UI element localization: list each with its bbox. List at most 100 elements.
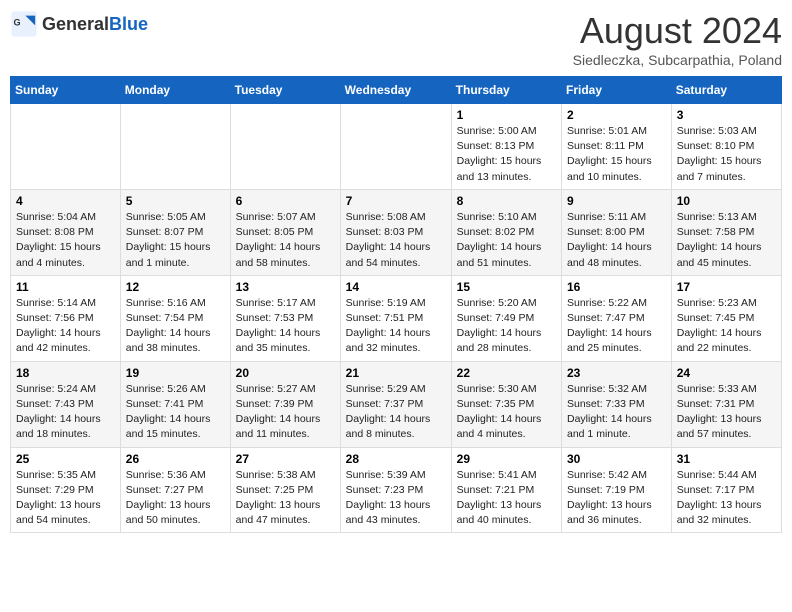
day-number: 16 xyxy=(567,280,666,294)
calendar-cell: 19 Sunrise: 5:26 AM Sunset: 7:41 PM Dayli… xyxy=(120,361,230,447)
week-row-5: 25 Sunrise: 5:35 AM Sunset: 7:29 PM Dayli… xyxy=(11,447,782,533)
calendar-table: SundayMondayTuesdayWednesdayThursdayFrid… xyxy=(10,76,782,533)
day-number: 8 xyxy=(457,194,556,208)
logo-general: General xyxy=(42,14,109,34)
week-row-3: 11 Sunrise: 5:14 AM Sunset: 7:56 PM Dayli… xyxy=(11,275,782,361)
day-header-tuesday: Tuesday xyxy=(230,77,340,104)
calendar-cell: 29 Sunrise: 5:41 AM Sunset: 7:21 PM Dayli… xyxy=(451,447,561,533)
day-header-saturday: Saturday xyxy=(671,77,781,104)
day-number: 10 xyxy=(677,194,776,208)
calendar-cell xyxy=(230,104,340,190)
calendar-cell: 23 Sunrise: 5:32 AM Sunset: 7:33 PM Dayli… xyxy=(562,361,672,447)
day-info: Sunrise: 5:42 AM Sunset: 7:19 PM Dayligh… xyxy=(567,468,666,529)
calendar-cell: 17 Sunrise: 5:23 AM Sunset: 7:45 PM Dayli… xyxy=(671,275,781,361)
day-info: Sunrise: 5:13 AM Sunset: 7:58 PM Dayligh… xyxy=(677,210,776,271)
calendar-cell: 1 Sunrise: 5:00 AM Sunset: 8:13 PM Daylig… xyxy=(451,104,561,190)
day-info: Sunrise: 5:36 AM Sunset: 7:27 PM Dayligh… xyxy=(126,468,225,529)
day-info: Sunrise: 5:10 AM Sunset: 8:02 PM Dayligh… xyxy=(457,210,556,271)
calendar-cell: 24Sunrise: 5:33 AM Sunset: 7:31 PM Dayli… xyxy=(671,361,781,447)
logo-blue: Blue xyxy=(109,14,148,34)
calendar-cell: 21 Sunrise: 5:29 AM Sunset: 7:37 PM Dayli… xyxy=(340,361,451,447)
page-header: G GeneralBlue August 2024 Siedleczka, Su… xyxy=(10,10,782,68)
calendar-cell: 25 Sunrise: 5:35 AM Sunset: 7:29 PM Dayli… xyxy=(11,447,121,533)
day-number: 31 xyxy=(677,452,776,466)
day-info: Sunrise: 5:00 AM Sunset: 8:13 PM Dayligh… xyxy=(457,124,556,185)
day-number: 21 xyxy=(346,366,446,380)
day-number: 30 xyxy=(567,452,666,466)
day-header-sunday: Sunday xyxy=(11,77,121,104)
day-info: Sunrise: 5:03 AM Sunset: 8:10 PM Dayligh… xyxy=(677,124,776,185)
week-row-4: 18 Sunrise: 5:24 AM Sunset: 7:43 PM Dayli… xyxy=(11,361,782,447)
day-info: Sunrise: 5:17 AM Sunset: 7:53 PM Dayligh… xyxy=(236,296,335,357)
calendar-cell: 27Sunrise: 5:38 AM Sunset: 7:25 PM Dayli… xyxy=(230,447,340,533)
calendar-cell: 30 Sunrise: 5:42 AM Sunset: 7:19 PM Dayli… xyxy=(562,447,672,533)
calendar-cell: 7 Sunrise: 5:08 AM Sunset: 8:03 PM Daylig… xyxy=(340,189,451,275)
day-info: Sunrise: 5:41 AM Sunset: 7:21 PM Dayligh… xyxy=(457,468,556,529)
calendar-cell: 28 Sunrise: 5:39 AM Sunset: 7:23 PM Dayli… xyxy=(340,447,451,533)
week-row-2: 4 Sunrise: 5:04 AM Sunset: 8:08 PM Daylig… xyxy=(11,189,782,275)
calendar-cell: 18 Sunrise: 5:24 AM Sunset: 7:43 PM Dayli… xyxy=(11,361,121,447)
day-number: 19 xyxy=(126,366,225,380)
calendar-cell: 26 Sunrise: 5:36 AM Sunset: 7:27 PM Dayli… xyxy=(120,447,230,533)
day-info: Sunrise: 5:39 AM Sunset: 7:23 PM Dayligh… xyxy=(346,468,446,529)
day-info: Sunrise: 5:26 AM Sunset: 7:41 PM Dayligh… xyxy=(126,382,225,443)
day-info: Sunrise: 5:16 AM Sunset: 7:54 PM Dayligh… xyxy=(126,296,225,357)
calendar-cell: 5Sunrise: 5:05 AM Sunset: 8:07 PM Daylig… xyxy=(120,189,230,275)
calendar-cell: 15Sunrise: 5:20 AM Sunset: 7:49 PM Dayli… xyxy=(451,275,561,361)
day-number: 17 xyxy=(677,280,776,294)
calendar-cell: 4 Sunrise: 5:04 AM Sunset: 8:08 PM Daylig… xyxy=(11,189,121,275)
calendar-cell: 8 Sunrise: 5:10 AM Sunset: 8:02 PM Daylig… xyxy=(451,189,561,275)
day-info: Sunrise: 5:08 AM Sunset: 8:03 PM Dayligh… xyxy=(346,210,446,271)
day-header-friday: Friday xyxy=(562,77,672,104)
day-number: 23 xyxy=(567,366,666,380)
day-number: 4 xyxy=(16,194,115,208)
day-info: Sunrise: 5:23 AM Sunset: 7:45 PM Dayligh… xyxy=(677,296,776,357)
week-row-1: 1 Sunrise: 5:00 AM Sunset: 8:13 PM Daylig… xyxy=(11,104,782,190)
calendar-cell: 2 Sunrise: 5:01 AM Sunset: 8:11 PM Daylig… xyxy=(562,104,672,190)
day-number: 27 xyxy=(236,452,335,466)
calendar-cell: 10 Sunrise: 5:13 AM Sunset: 7:58 PM Dayli… xyxy=(671,189,781,275)
calendar-cell: 20Sunrise: 5:27 AM Sunset: 7:39 PM Dayli… xyxy=(230,361,340,447)
logo: G GeneralBlue xyxy=(10,10,148,38)
calendar-cell: 13Sunrise: 5:17 AM Sunset: 7:53 PM Dayli… xyxy=(230,275,340,361)
day-number: 11 xyxy=(16,280,115,294)
calendar-cell: 12Sunrise: 5:16 AM Sunset: 7:54 PM Dayli… xyxy=(120,275,230,361)
day-number: 6 xyxy=(236,194,335,208)
day-info: Sunrise: 5:35 AM Sunset: 7:29 PM Dayligh… xyxy=(16,468,115,529)
day-number: 15 xyxy=(457,280,556,294)
day-number: 29 xyxy=(457,452,556,466)
day-number: 1 xyxy=(457,108,556,122)
day-header-monday: Monday xyxy=(120,77,230,104)
day-info: Sunrise: 5:27 AM Sunset: 7:39 PM Dayligh… xyxy=(236,382,335,443)
calendar-cell xyxy=(340,104,451,190)
day-info: Sunrise: 5:14 AM Sunset: 7:56 PM Dayligh… xyxy=(16,296,115,357)
day-number: 3 xyxy=(677,108,776,122)
calendar-cell xyxy=(11,104,121,190)
day-info: Sunrise: 5:33 AM Sunset: 7:31 PM Dayligh… xyxy=(677,382,776,443)
day-info: Sunrise: 5:22 AM Sunset: 7:47 PM Dayligh… xyxy=(567,296,666,357)
day-number: 7 xyxy=(346,194,446,208)
day-header-wednesday: Wednesday xyxy=(340,77,451,104)
day-number: 28 xyxy=(346,452,446,466)
day-header-thursday: Thursday xyxy=(451,77,561,104)
day-info: Sunrise: 5:24 AM Sunset: 7:43 PM Dayligh… xyxy=(16,382,115,443)
day-info: Sunrise: 5:29 AM Sunset: 7:37 PM Dayligh… xyxy=(346,382,446,443)
calendar-cell: 22Sunrise: 5:30 AM Sunset: 7:35 PM Dayli… xyxy=(451,361,561,447)
day-number: 2 xyxy=(567,108,666,122)
calendar-cell: 3 Sunrise: 5:03 AM Sunset: 8:10 PM Daylig… xyxy=(671,104,781,190)
calendar-cell xyxy=(120,104,230,190)
day-number: 26 xyxy=(126,452,225,466)
day-number: 25 xyxy=(16,452,115,466)
calendar-cell: 14Sunrise: 5:19 AM Sunset: 7:51 PM Dayli… xyxy=(340,275,451,361)
location: Siedleczka, Subcarpathia, Poland xyxy=(573,52,782,68)
logo-icon: G xyxy=(10,10,38,38)
calendar-header-row: SundayMondayTuesdayWednesdayThursdayFrid… xyxy=(11,77,782,104)
day-number: 18 xyxy=(16,366,115,380)
day-info: Sunrise: 5:44 AM Sunset: 7:17 PM Dayligh… xyxy=(677,468,776,529)
day-info: Sunrise: 5:01 AM Sunset: 8:11 PM Dayligh… xyxy=(567,124,666,185)
day-info: Sunrise: 5:04 AM Sunset: 8:08 PM Dayligh… xyxy=(16,210,115,271)
day-info: Sunrise: 5:32 AM Sunset: 7:33 PM Dayligh… xyxy=(567,382,666,443)
day-number: 5 xyxy=(126,194,225,208)
svg-text:G: G xyxy=(14,17,21,27)
day-number: 22 xyxy=(457,366,556,380)
